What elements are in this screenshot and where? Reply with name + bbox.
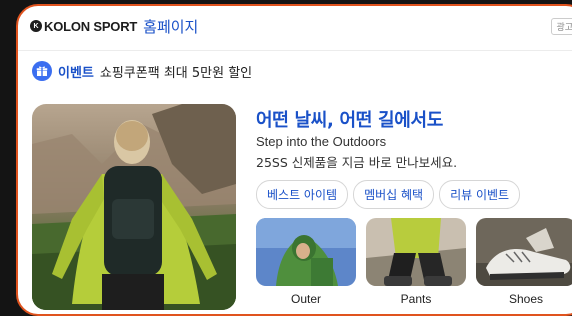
- event-banner-link[interactable]: 이벤트 쇼핑쿠폰팩 최대 5만원 할인: [32, 58, 252, 84]
- brand-link[interactable]: K KOLON SPORT: [30, 19, 137, 34]
- category-thumbnails: Outer Pants Shoes: [256, 218, 572, 306]
- ad-badge: 광고: [551, 18, 572, 35]
- promo-subtitle-en: Step into the Outdoors: [256, 134, 387, 149]
- promo-subtitle-ko: 25SS 신제품을 지금 바로 만나보세요.: [256, 155, 458, 170]
- shoes-image: [476, 218, 572, 286]
- thumb-label: Shoes: [508, 292, 544, 306]
- homepage-link[interactable]: 홈페이지: [143, 16, 198, 37]
- thumb-label: Pants: [400, 292, 432, 306]
- event-text: 쇼핑쿠폰팩 최대 5만원 할인: [99, 65, 253, 81]
- hero-image[interactable]: [32, 104, 236, 310]
- event-label: 이벤트: [58, 65, 94, 81]
- brand-logo-icon: K: [30, 20, 42, 32]
- hiker-photo: [32, 104, 236, 310]
- ad-header: K KOLON SPORT 홈페이지 광고: [18, 6, 572, 46]
- thumb-pants[interactable]: Pants: [366, 218, 466, 306]
- chip-review-event[interactable]: 리뷰 이벤트: [439, 180, 521, 209]
- thumb-label: Outer: [290, 292, 321, 306]
- thumb-outer[interactable]: Outer: [256, 218, 356, 306]
- header-divider: [18, 50, 572, 51]
- outer-image: [256, 218, 356, 286]
- search-ad-card[interactable]: K KOLON SPORT 홈페이지 광고 이벤트 쇼핑쿠폰팩 최대 5만원 할…: [16, 4, 572, 316]
- chip-best-items[interactable]: 베스트 아이템: [256, 180, 349, 209]
- promo-headline[interactable]: 어떤 날씨, 어떤 길에서도: [256, 106, 443, 132]
- link-chips: 베스트 아이템 멤버십 혜택 리뷰 이벤트: [256, 180, 521, 209]
- thumb-shoes[interactable]: Shoes: [476, 218, 572, 306]
- gift-icon: [32, 61, 52, 81]
- brand-name: KOLON SPORT: [44, 18, 138, 34]
- chip-membership-benefits[interactable]: 멤버십 혜택: [353, 180, 435, 209]
- pants-image: [366, 218, 466, 286]
